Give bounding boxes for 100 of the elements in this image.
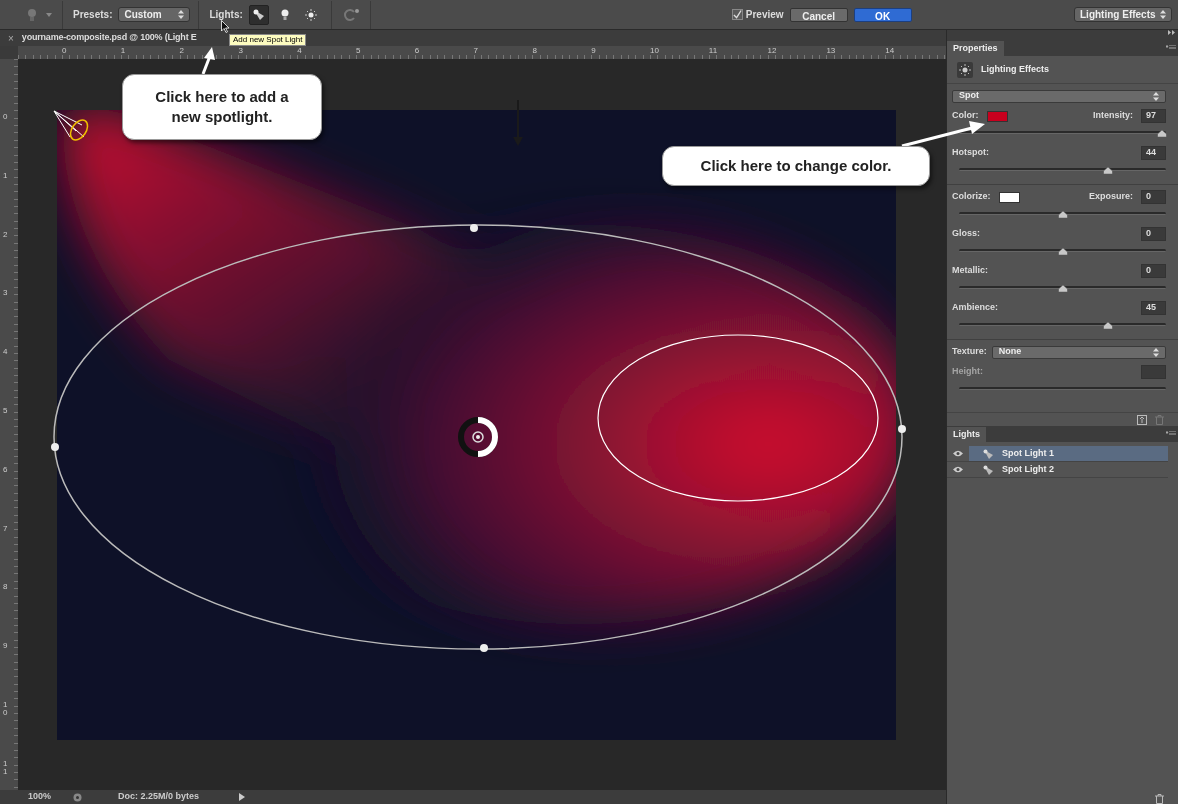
ruler-number: 0 [62, 46, 67, 55]
workspace-dropdown[interactable]: Lighting Effects [1074, 7, 1172, 22]
value-field[interactable]: 0 [1141, 190, 1166, 204]
rotate-icon[interactable] [341, 7, 360, 22]
slider-track[interactable] [959, 131, 1166, 134]
field-label: Intensity: [1093, 109, 1133, 123]
field-label: Metallic: [952, 264, 988, 278]
ruler-number: 9 [3, 642, 8, 651]
ruler-number: 5 [3, 407, 8, 415]
light-type-dropdown[interactable]: Spot [952, 89, 1166, 103]
ruler-number: 2 [179, 46, 185, 55]
presets-dropdown[interactable]: Custom [118, 7, 191, 22]
callout-arrow [201, 47, 215, 75]
field-label: Gloss: [952, 227, 980, 241]
sun-icon [957, 61, 973, 78]
value-field[interactable]: 45 [1141, 301, 1166, 315]
slider-thumb[interactable] [1058, 211, 1067, 218]
play-icon[interactable] [239, 793, 246, 801]
texture-dropdown[interactable]: None [991, 345, 1166, 359]
ruler-number: 2 [3, 230, 8, 239]
ruler-number: 9 [591, 46, 596, 55]
slider-thumb[interactable] [1157, 130, 1167, 137]
slider-thumb[interactable] [1058, 248, 1067, 255]
ruler-number: 6 [3, 465, 8, 474]
arrow-drawing [513, 99, 523, 146]
ruler-number: 4 [3, 348, 8, 357]
presets-label: Presets: [73, 8, 113, 22]
trash-icon[interactable] [1155, 794, 1164, 804]
slider-thumb[interactable] [1103, 322, 1113, 329]
ruler-number: 11 [3, 759, 8, 776]
eye-icon[interactable] [953, 466, 963, 473]
light-list-item[interactable]: Spot Light 2 [969, 462, 1168, 477]
ruler-number: 1 [3, 171, 8, 180]
ruler-number: 7 [473, 46, 479, 55]
properties-tab[interactable]: Properties [947, 41, 1004, 56]
document-tab[interactable]: yourname-composite.psd @ 100% (Light E [21, 31, 197, 45]
caret-icon[interactable] [46, 12, 52, 17]
panel-menu-icon[interactable] [1166, 431, 1176, 437]
ruler-number: 4 [297, 46, 302, 55]
ruler-number: 7 [3, 524, 8, 533]
ruler-number: 8 [3, 583, 8, 592]
zoom-level: 100% [28, 790, 52, 804]
spot-light-icon [983, 464, 994, 475]
ruler-number: 0 [3, 113, 8, 121]
checkbox[interactable] [731, 9, 743, 20]
hotspot-ellipse[interactable] [597, 334, 879, 502]
spot-light-icon [983, 448, 994, 459]
field-label: Hotspot: [952, 146, 989, 160]
color-swatch[interactable] [986, 110, 1008, 122]
value-field[interactable]: 44 [1141, 146, 1166, 160]
callout: Click here to change color. [662, 146, 930, 186]
lights-tab[interactable]: Lights [947, 427, 986, 442]
field-label: Texture: [952, 345, 987, 359]
checkbox-label[interactable]: Preview [745, 7, 784, 22]
resize-handle[interactable] [470, 224, 478, 232]
light-center-handle[interactable] [458, 417, 498, 457]
ruler-number: 3 [238, 46, 243, 55]
field-label: Ambience: [952, 301, 998, 315]
color-swatch[interactable] [998, 191, 1020, 203]
slider-track[interactable] [959, 323, 1166, 326]
ruler-number: 6 [414, 46, 420, 55]
ruler-number: 5 [356, 46, 361, 55]
ruler-number: 1 [120, 46, 126, 55]
spot-light-icon[interactable] [248, 4, 269, 25]
value-field[interactable]: 0 [1141, 264, 1166, 278]
resize-handle[interactable] [480, 644, 488, 652]
refresh-icon[interactable] [73, 792, 83, 802]
resize-handle[interactable] [51, 443, 59, 451]
eye-icon[interactable] [953, 450, 963, 457]
updown-arrows-icon [1153, 91, 1159, 101]
panel-title: Lighting Effects [981, 62, 1049, 76]
callout: Click here to add a new spotlight. [122, 74, 322, 140]
add-light-icon[interactable] [1137, 414, 1147, 425]
updown-arrows-icon [1160, 10, 1166, 19]
value-field[interactable]: 0 [1141, 227, 1166, 241]
resize-handle[interactable] [898, 425, 906, 433]
panel-menu-icon[interactable] [1166, 45, 1176, 51]
slider-track[interactable] [959, 286, 1166, 289]
value-field[interactable]: 97 [1141, 109, 1166, 123]
ruler-number: 13 [826, 46, 836, 55]
close-icon[interactable]: × [8, 30, 14, 46]
ruler-number: 14 [885, 46, 895, 55]
ok-button[interactable]: OK [853, 7, 912, 22]
slider-thumb[interactable] [1058, 285, 1067, 292]
cancel-button[interactable]: Cancel [789, 7, 848, 22]
document-info: Doc: 2.25M/0 bytes [118, 790, 200, 804]
field-label: Height: [952, 365, 983, 379]
spotlight-cone-icon[interactable] [53, 110, 89, 141]
field-label: Color: [952, 109, 979, 123]
ruler-number: 11 [708, 46, 718, 55]
slider-track[interactable] [959, 168, 1166, 171]
light-list-item[interactable]: Spot Light 1 [969, 446, 1168, 461]
slider-thumb[interactable] [1103, 167, 1113, 174]
ruler-number: 3 [3, 289, 8, 298]
slider-track[interactable] [959, 249, 1166, 252]
updown-arrows-icon [1153, 347, 1159, 357]
ruler-number: 10 [3, 701, 8, 717]
ruler-number: 8 [532, 46, 537, 55]
value-field [1141, 365, 1166, 379]
slider-track[interactable] [959, 212, 1166, 215]
